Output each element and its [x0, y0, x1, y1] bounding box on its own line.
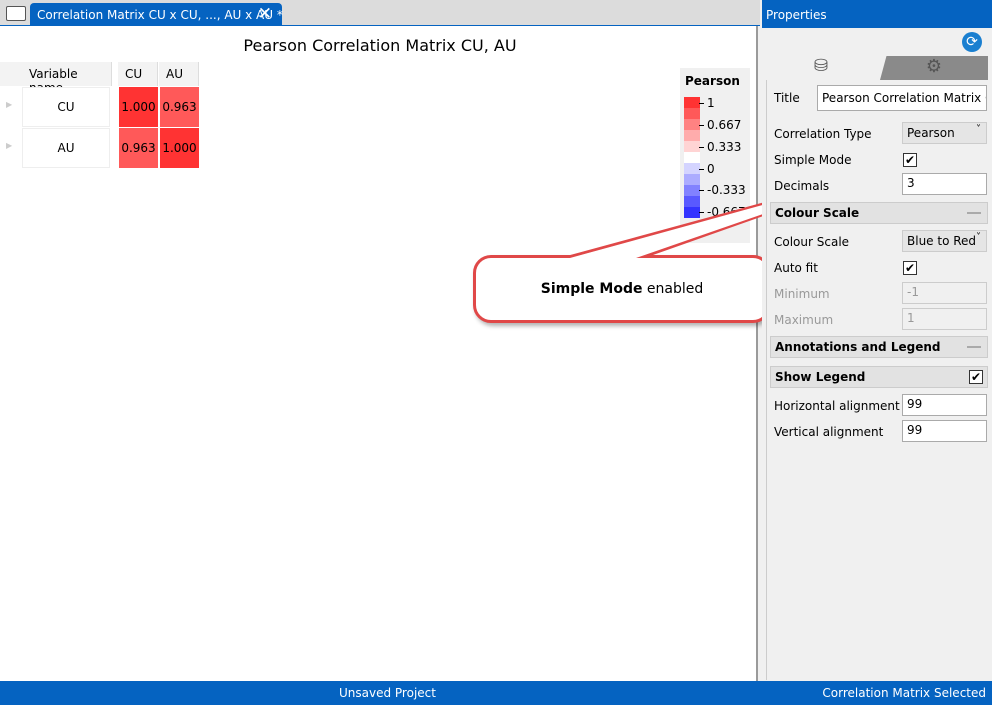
gear-icon: ⚙ — [925, 56, 943, 77]
decimals-input[interactable]: 3 — [902, 173, 987, 195]
simple-mode-label: Simple Mode — [774, 153, 852, 167]
colour-scale-label: Colour Scale — [774, 235, 850, 249]
status-bar: Unsaved Project Correlation Matrix Selec… — [0, 681, 992, 705]
maximum-label: Maximum — [774, 313, 834, 327]
settings-tab[interactable]: ⚙ — [880, 56, 988, 80]
horizontal-alignment-label: Horizontal alignment — [774, 399, 900, 413]
refresh-icon[interactable]: ⟳ — [962, 32, 982, 52]
simple-mode-checkbox[interactable]: ✔ — [903, 153, 917, 167]
status-selection: Correlation Matrix Selected — [822, 686, 986, 700]
minimum-input[interactable]: -1 — [902, 282, 987, 304]
colour-scale-select[interactable]: Blue to Red — [902, 230, 987, 252]
horizontal-alignment-input[interactable]: 99 — [902, 394, 987, 416]
show-legend-label: Show Legend — [775, 370, 866, 384]
database-icon: ⛁ — [813, 56, 829, 76]
vertical-alignment-input[interactable]: 99 — [902, 420, 987, 442]
maximum-input[interactable]: 1 — [902, 308, 987, 330]
correlation-type-select[interactable]: Pearson — [902, 122, 987, 144]
collapse-icon[interactable] — [967, 212, 981, 214]
section-title: Annotations and Legend — [775, 340, 941, 354]
collapse-icon[interactable] — [967, 346, 981, 348]
vertical-alignment-label: Vertical alignment — [774, 425, 884, 439]
colour-scale-section[interactable]: Colour Scale — [770, 202, 988, 224]
show-legend-section[interactable]: Show Legend ✔ — [770, 366, 988, 388]
decimals-label: Decimals — [774, 179, 830, 193]
minimum-label: Minimum — [774, 287, 830, 301]
auto-fit-label: Auto fit — [774, 261, 818, 275]
data-tab[interactable]: ⛁ — [762, 56, 880, 80]
title-input[interactable]: Pearson Correlation Matrix CU, — [817, 85, 987, 111]
title-label: Title — [774, 91, 800, 105]
properties-header: Properties — [762, 0, 992, 28]
properties-panel: Properties ⟳ ⛁ ⚙ Title Pearson Correlati… — [762, 0, 992, 681]
correlation-type-label: Correlation Type — [774, 127, 872, 141]
section-title: Colour Scale — [775, 206, 860, 220]
status-project: Unsaved Project — [339, 686, 436, 700]
auto-fit-checkbox[interactable]: ✔ — [903, 261, 917, 275]
annotations-section[interactable]: Annotations and Legend — [770, 336, 988, 358]
show-legend-checkbox[interactable]: ✔ — [969, 370, 983, 384]
